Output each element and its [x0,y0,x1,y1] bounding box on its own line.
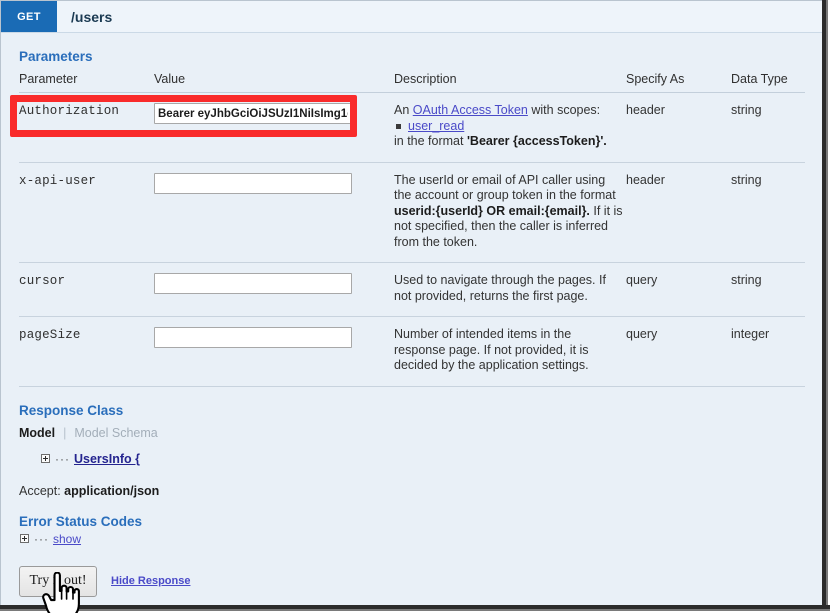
column-header-specify-as: Specify As [626,72,731,93]
data-type-value: string [731,172,762,187]
parameter-name-cell: Authorization [19,92,154,163]
authorization-input[interactable] [154,103,352,124]
http-method-badge: GET [1,1,57,32]
authorization-description: An OAuth Access Token with scopes: user_… [394,103,626,150]
list-item: user_read [396,119,626,135]
desc-format-prefix: in the format [394,134,467,148]
parameter-name-pagesize: pageSize [19,328,81,342]
specify-as-value: query [626,273,658,287]
model-name-usersinfo[interactable]: UsersInfo { [74,452,140,466]
parameters-table: Parameter Value Description Specify As D… [19,72,805,387]
response-class-tabs: Model | Model Schema [19,426,804,440]
parameter-name-authorization: Authorization [19,104,120,118]
x-api-user-description: The userId or email of API caller using … [394,173,626,251]
data-type-value: integer [731,327,770,341]
table-row: Authorization An OAuth Access Token with… [19,92,805,163]
tab-model-schema[interactable]: Model Schema [66,426,157,440]
desc-after-link: with scopes: [527,103,601,117]
desc-part1: The userId or email of API caller using … [394,172,616,203]
parameter-data-type-cell: string [731,92,805,163]
parameter-data-type-cell: string [731,262,805,317]
parameter-description-cell: Used to navigate through the pages. If n… [394,262,626,317]
pagesize-description: Number of intended items in the response… [394,327,589,372]
parameter-name-cell: cursor [19,262,154,317]
parameter-description-cell: An OAuth Access Token with scopes: user_… [394,92,626,163]
table-row: pageSize Number of intended items in the… [19,316,805,387]
swagger-operation-panel: GET /users Parameters Parameter Value De… [0,0,830,613]
data-type-value: string [731,103,762,117]
parameter-name-cell: pageSize [19,316,154,387]
column-header-parameter: Parameter [19,72,154,93]
parameter-name-cell: x-api-user [19,162,154,263]
specify-as-value: query [626,327,658,341]
oauth-access-token-link[interactable]: OAuth Access Token [413,103,528,117]
plus-expander-icon[interactable] [20,534,29,543]
column-header-description: Description [394,72,626,93]
tab-model[interactable]: Model [19,426,63,440]
operation-body: Parameters Parameter Value Description S… [1,33,822,605]
accept-value: application/json [64,483,160,498]
desc-bold: userid:{userId} OR email:{email}. [394,203,590,218]
column-header-data-type: Data Type [731,72,805,93]
parameter-value-cell [154,262,394,317]
accept-line: Accept: application/json [19,484,804,498]
parameter-specify-as-cell: query [626,316,731,387]
table-row: cursor Used to navigate through the page… [19,262,805,317]
action-row: Try it out! Hide Response [19,565,804,597]
plus-expander-icon[interactable] [41,454,50,463]
error-status-codes-row[interactable]: ··· show [20,532,804,546]
parameter-name-cursor: cursor [19,274,66,288]
x-api-user-input[interactable] [154,172,352,194]
parameters-table-header-row: Parameter Value Description Specify As D… [19,72,805,93]
parameter-specify-as-cell: query [626,262,731,317]
error-status-codes-heading: Error Status Codes [19,513,143,529]
hide-response-link[interactable]: Hide Response [111,575,190,587]
desc-prefix: An [394,103,413,117]
parameter-data-type-cell: string [731,162,805,263]
specify-as-value: header [626,172,665,187]
response-class-heading: Response Class [19,402,124,418]
desc-format-bold: 'Bearer {accessToken}'. [466,134,607,148]
parameter-specify-as-cell: header [626,162,731,263]
parameter-value-cell [154,162,394,263]
data-type-value: string [731,273,762,287]
try-it-out-button[interactable]: Try it out! [19,565,97,597]
cursor-description: Used to navigate through the pages. If n… [394,273,606,303]
cursor-input[interactable] [154,273,352,294]
column-header-value: Value [154,72,394,93]
pagesize-input[interactable] [154,327,352,348]
table-row: x-api-user The userId or email of API ca… [19,162,805,263]
accept-label: Accept: [19,483,61,498]
scope-user-read-link[interactable]: user_read [408,119,464,133]
endpoint-path: /users [71,8,113,25]
frame-bottom-shadow [0,605,830,613]
model-tree-row[interactable]: ··· UsersInfo { [41,452,804,466]
ellipsis-icon: ··· [34,531,49,546]
parameter-data-type-cell: integer [731,316,805,387]
ellipsis-icon: ··· [55,451,70,466]
parameter-name-x-api-user: x-api-user [19,173,97,188]
frame-right-shadow [822,0,830,613]
show-error-codes-link[interactable]: show [53,532,81,546]
scope-list: user_read [394,119,626,135]
parameters-heading: Parameters [19,49,93,64]
parameter-specify-as-cell: header [626,92,731,163]
parameter-description-cell: The userId or email of API caller using … [394,162,626,263]
parameter-description-cell: Number of intended items in the response… [394,316,626,387]
parameter-value-cell [154,316,394,387]
endpoint-header-bar[interactable]: GET /users [1,1,822,33]
specify-as-value: header [626,103,665,117]
parameter-value-cell [154,92,394,163]
